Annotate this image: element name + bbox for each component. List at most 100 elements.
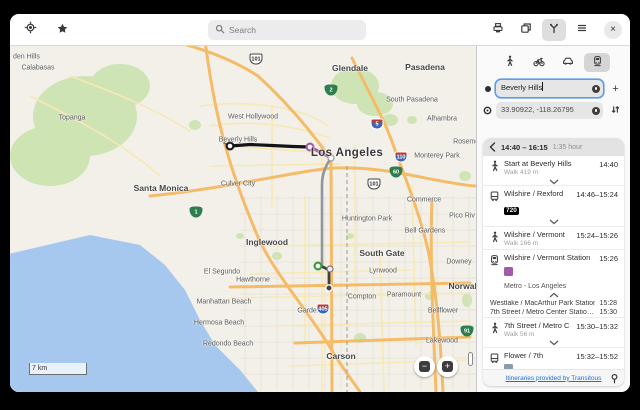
minus-icon: − [419, 361, 430, 372]
walk-icon [489, 322, 500, 334]
route-point-row-end: 33.90922, -118.26795 [483, 102, 624, 119]
stop-time: 15:30 [599, 309, 617, 316]
leg-title: Flower / 7th [504, 351, 569, 360]
expand-stops-button[interactable] [483, 219, 624, 226]
menu-button[interactable] [570, 19, 594, 41]
itinerary-leg-row[interactable]: Start at Beverly HillsWalk 419 m 14:40 [483, 156, 624, 178]
leg-title: Wilshire / Rexford [504, 189, 569, 198]
plus-icon: + [612, 83, 618, 95]
current-location-button[interactable] [18, 19, 42, 41]
end-marker-icon [483, 106, 492, 115]
mode-button-walk[interactable] [497, 53, 523, 72]
itinerary-leg-row[interactable]: 7th Street / Metro Center Stat…Walk 56 m… [483, 318, 624, 340]
itinerary-duration: 1:35 hour [553, 144, 583, 151]
walk-icon [505, 54, 515, 72]
hamburger-icon [576, 21, 588, 39]
route-icon [548, 21, 560, 39]
line-color-badge [504, 267, 513, 276]
leg-agency: Metro - Los Angeles [504, 283, 592, 290]
map-graphics [10, 46, 476, 392]
leg-time: 15:30–15:32 [576, 322, 618, 331]
itinerary-leg-row[interactable]: Wilshire / Vermont Station Metro - Los An… [483, 250, 624, 291]
itinerary-time-range: 14:40 – 16:15 [501, 143, 548, 152]
leg-time: 14:40 [599, 160, 618, 169]
start-marker-icon [483, 85, 492, 93]
leg-info: 7th Street / Metro Center Stat…Walk 56 m [504, 321, 569, 338]
leg-info: Start at Beverly HillsWalk 419 m [504, 159, 592, 176]
route-sidebar: Beverly Hills + 33.909 [476, 46, 630, 392]
train-icon [489, 254, 500, 266]
plus-icon: + [442, 361, 453, 372]
walk-icon [489, 231, 500, 243]
transport-mode-group [483, 53, 624, 72]
leg-walk-distance: Walk 419 m [504, 169, 592, 176]
itinerary-leg-row[interactable]: Wilshire / VermontWalk 166 m 15:24–15:26 [483, 227, 624, 249]
itinerary-footer: Itineraries provided by Transitous [483, 369, 624, 386]
favorites-button[interactable] [50, 19, 74, 41]
leg-info: Flower / 7th [504, 351, 569, 369]
itinerary-leg-row[interactable]: Flower / 7th15:32–15:52 [483, 348, 624, 369]
provider-link[interactable]: Itineraries provided by Transitous [506, 375, 602, 382]
zoom-out-button[interactable]: − [414, 356, 435, 377]
bus-icon [489, 352, 500, 364]
swap-points-button[interactable] [607, 102, 624, 119]
locate-icon [24, 21, 37, 39]
scrollbar-thumb[interactable] [468, 352, 473, 366]
search-icon [215, 24, 225, 36]
leg-walk-distance: Walk 166 m [504, 240, 569, 247]
leg-title: 7th Street / Metro Center Stat… [504, 321, 569, 330]
map-scale: 7 km [29, 363, 87, 375]
intermediate-stop-row[interactable]: Westlake / MacArthur Park Station 15:28 [483, 299, 624, 308]
leg-title: Start at Beverly Hills [504, 159, 592, 168]
expand-stops-button[interactable] [483, 340, 624, 347]
search-input[interactable]: Search [208, 20, 366, 40]
walk-icon [489, 160, 500, 172]
swap-icon [610, 104, 621, 118]
content: den HillsCalabasasTopangaWest HollywoodB… [10, 46, 630, 392]
back-button[interactable] [489, 142, 496, 152]
headerbar: Search [10, 14, 630, 46]
mode-button-transit[interactable] [584, 53, 610, 72]
bike-icon [533, 54, 545, 72]
route-button[interactable] [542, 19, 566, 41]
leg-title: Wilshire / Vermont [504, 230, 569, 239]
headerbar-right: × [486, 19, 622, 41]
itinerary-card: 14:40 – 16:15 1:35 hour Start at Beverly… [483, 138, 624, 386]
stop-time: 15:28 [599, 300, 617, 307]
print-button[interactable] [486, 19, 510, 41]
route-number-badge: 720 [504, 207, 519, 216]
window-close-button[interactable]: × [604, 21, 622, 39]
bus-icon [489, 190, 500, 202]
leg-time: 15:26 [599, 254, 618, 263]
expand-stops-button[interactable] [483, 178, 624, 185]
zoom-in-button[interactable]: + [437, 356, 458, 377]
leg-time: 14:46–15:24 [576, 190, 618, 199]
itinerary-leg-row[interactable]: Wilshire / Rexford 720 14:46–15:24 [483, 186, 624, 218]
map-canvas[interactable]: den HillsCalabasasTopangaWest HollywoodB… [10, 46, 476, 392]
collapse-stops-button[interactable] [483, 292, 624, 299]
leg-info: Wilshire / Rexford 720 [504, 189, 569, 216]
leg-info: Wilshire / Vermont Station Metro - Los An… [504, 253, 592, 289]
stop-name: Westlake / MacArthur Park Station [490, 300, 595, 307]
itinerary-header: 14:40 – 16:15 1:35 hour [483, 138, 624, 156]
add-stop-button[interactable]: + [607, 80, 624, 97]
close-icon: × [610, 24, 616, 35]
location-pin-icon[interactable] [610, 373, 619, 384]
route-end-input[interactable]: 33.90922, -118.26795 [496, 102, 603, 119]
leg-info: Wilshire / VermontWalk 166 m [504, 230, 569, 247]
star-icon [57, 21, 68, 39]
mode-button-bike[interactable] [526, 53, 552, 72]
printer-icon [492, 21, 504, 39]
stop-name: 7th Street / Metro Center Statio… [490, 309, 594, 316]
layers-icon [520, 21, 532, 39]
leg-time: 15:24–15:26 [576, 231, 618, 240]
leg-title: Wilshire / Vermont Station [504, 253, 592, 262]
layers-button[interactable] [514, 19, 538, 41]
headerbar-left [18, 19, 74, 41]
entry-marker-icon[interactable] [592, 107, 600, 115]
entry-marker-icon[interactable] [592, 85, 600, 93]
itinerary-legs: Start at Beverly HillsWalk 419 m 14:40 Wil… [483, 156, 624, 369]
route-start-input[interactable]: Beverly Hills [496, 80, 603, 97]
intermediate-stop-row[interactable]: 7th Street / Metro Center Statio… 15:30 [483, 308, 624, 317]
mode-button-car[interactable] [555, 53, 581, 72]
